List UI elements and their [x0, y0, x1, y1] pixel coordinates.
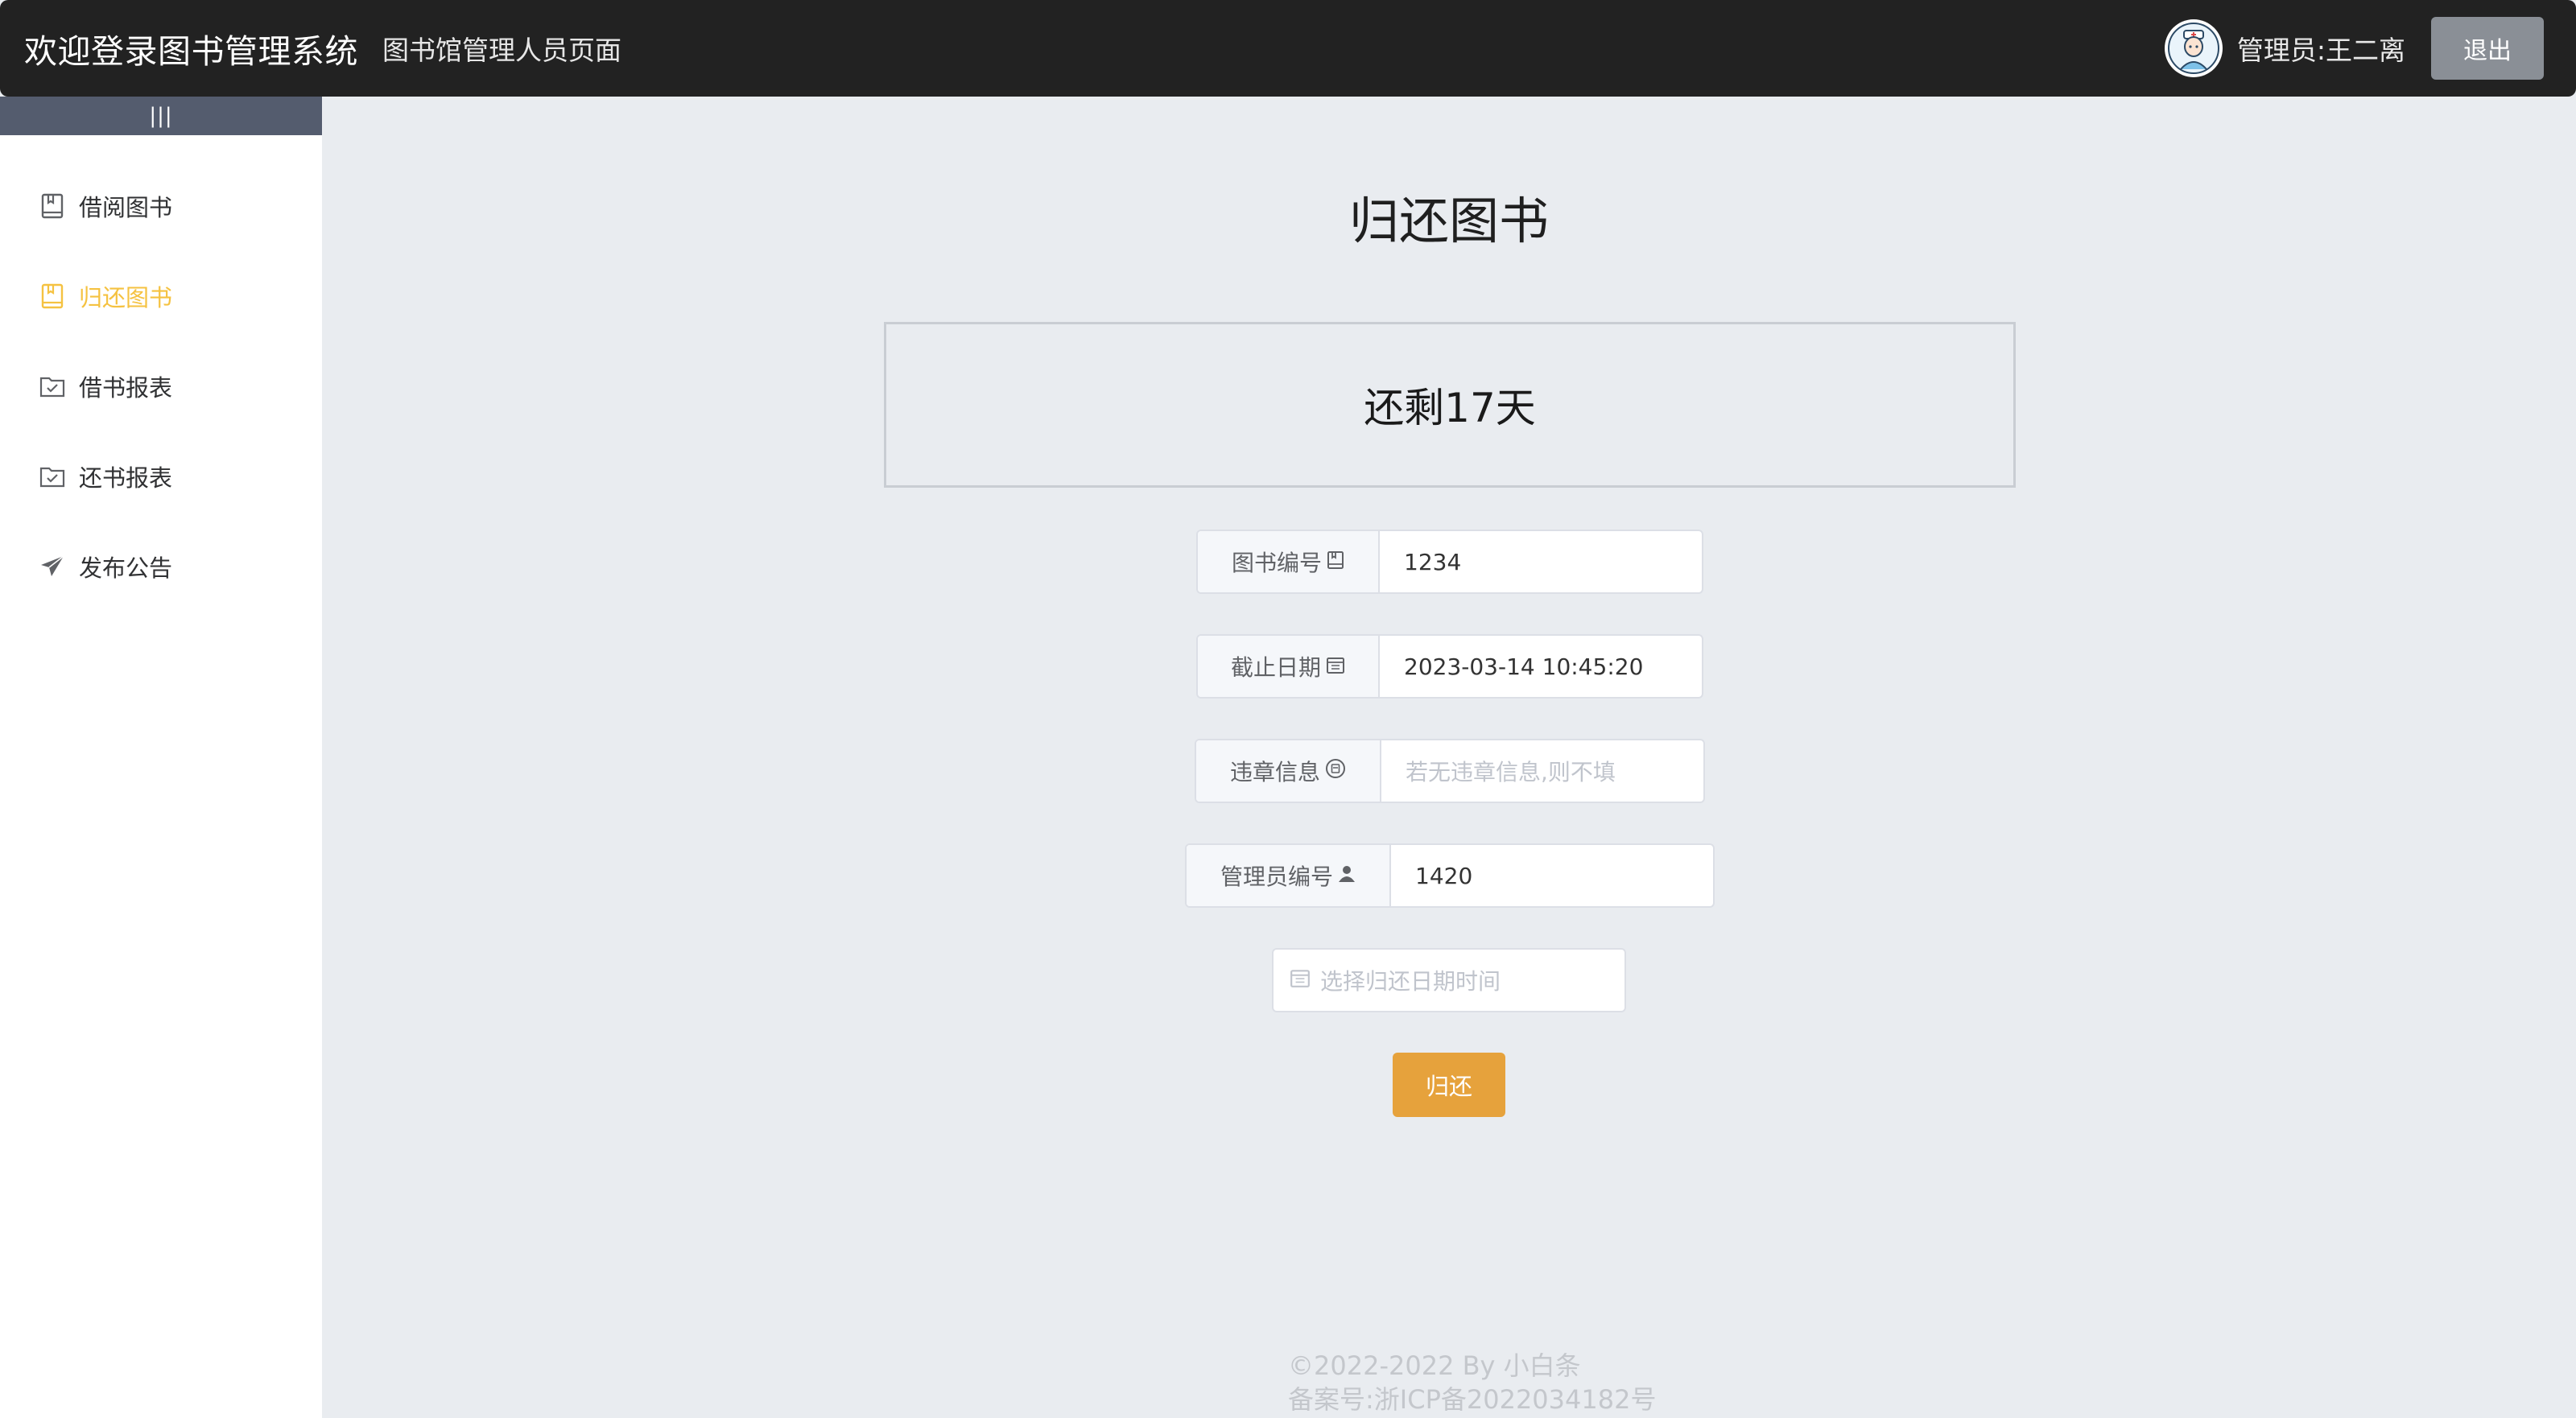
- admin-name: 管理员:王二离: [2236, 35, 2405, 66]
- sidebar-item-label: 发布公告: [79, 554, 173, 582]
- main-content: 归还图书 还剩17天 图书编号 1234 截止日期 2023-03-14 10:…: [322, 97, 2576, 1418]
- page-title: 归还图书: [1348, 192, 1549, 250]
- sidebar-item-label: 归还图书: [79, 284, 173, 311]
- info-circle-icon: [1325, 758, 1346, 785]
- footer: ©2022-2022 By 小白条 备案号:浙ICP备2022034182号: [1288, 1349, 1656, 1416]
- sidebar-item-borrow-books[interactable]: 借阅图书: [0, 161, 322, 251]
- send-icon: [39, 553, 66, 580]
- calendar-icon: [1326, 653, 1345, 680]
- sidebar-item-return-report[interactable]: 还书报表: [0, 431, 322, 521]
- sidebar-item-borrow-report[interactable]: 借书报表: [0, 341, 322, 431]
- return-date-picker[interactable]: 选择归还日期时间: [1272, 948, 1626, 1012]
- folder-checked-icon: [39, 373, 66, 400]
- calendar-icon: [1290, 967, 1311, 994]
- folder-checked-icon: [39, 463, 66, 490]
- book-id-field: 图书编号 1234: [1196, 530, 1703, 594]
- app-title: 欢迎登录图书管理系统: [24, 32, 358, 71]
- return-date-placeholder: 选择归还日期时间: [1320, 968, 1501, 995]
- book-icon: [1327, 549, 1344, 575]
- logout-button[interactable]: 退出: [2431, 17, 2544, 80]
- admin-id-input[interactable]: 1420: [1391, 845, 1713, 906]
- book-id-input[interactable]: 1234: [1380, 531, 1702, 592]
- violation-field: 违章信息 若无违章信息,则不填: [1195, 739, 1705, 803]
- return-book-button[interactable]: 归还: [1393, 1053, 1505, 1117]
- violation-input[interactable]: 若无违章信息,则不填: [1381, 740, 1703, 802]
- page-subtitle: 图书馆管理人员页面: [382, 35, 621, 66]
- nurse-avatar-icon: [2167, 23, 2219, 74]
- avatar[interactable]: [2164, 19, 2223, 77]
- due-date-input[interactable]: 2023-03-14 10:45:20: [1380, 636, 1702, 697]
- copyright-text: ©2022-2022 By 小白条: [1288, 1350, 1581, 1381]
- top-header: 欢迎登录图书管理系统 图书馆管理人员页面 管理员:王二离 退出: [0, 0, 2576, 97]
- due-date-label: 截止日期: [1198, 636, 1380, 697]
- sidebar-item-label: 借阅图书: [79, 194, 173, 221]
- admin-id-field: 管理员编号 1420: [1185, 843, 1715, 908]
- remaining-days-box: 还剩17天: [884, 322, 2016, 488]
- user-icon: [1338, 863, 1356, 889]
- sidebar: ||| 借阅图书 归还图书 借书报表 还书报表 发布公告: [0, 97, 322, 1418]
- toggle-bars-icon: |||: [149, 104, 173, 128]
- book-icon: [39, 282, 66, 310]
- sidebar-item-label: 借书报表: [79, 374, 173, 402]
- sidebar-item-publish-notice[interactable]: 发布公告: [0, 521, 322, 612]
- icp-record-text: 备案号:浙ICP备2022034182号: [1288, 1384, 1657, 1415]
- user-area: 管理员:王二离 退出: [2164, 0, 2544, 97]
- violation-label: 违章信息: [1196, 740, 1381, 802]
- due-date-field: 截止日期 2023-03-14 10:45:20: [1196, 634, 1703, 699]
- sidebar-item-label: 还书报表: [79, 464, 173, 492]
- sidebar-collapse-toggle[interactable]: |||: [0, 97, 322, 135]
- admin-id-label: 管理员编号: [1187, 845, 1391, 906]
- book-id-label: 图书编号: [1198, 531, 1380, 592]
- book-icon: [39, 192, 66, 220]
- remaining-days-text: 还剩17天: [1364, 385, 1536, 431]
- sidebar-item-return-books[interactable]: 归还图书: [0, 251, 322, 341]
